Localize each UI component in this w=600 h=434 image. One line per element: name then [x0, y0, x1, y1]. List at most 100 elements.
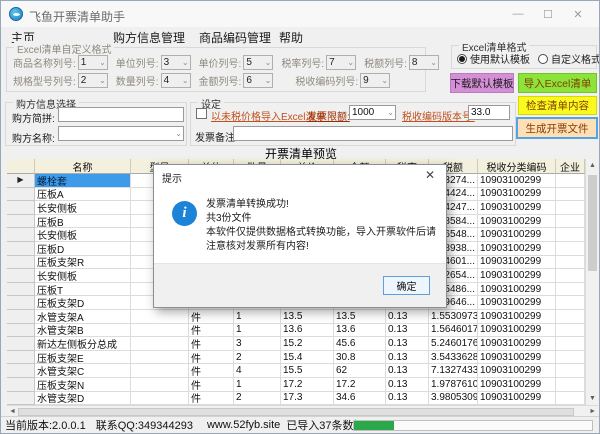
row-header-cell[interactable] [7, 242, 35, 256]
maximize-icon[interactable]: ☐ [533, 3, 563, 25]
cell-qty[interactable]: 1 [234, 324, 281, 338]
menu-item-buyer-info[interactable]: 购方信息管理 [111, 29, 187, 46]
cell-rate[interactable]: 0.13 [386, 378, 429, 392]
cell-rate[interactable]: 0.13 [386, 364, 429, 378]
menu-item-product-code[interactable]: 商品编码管理 [197, 29, 273, 46]
cell-ent[interactable] [556, 215, 585, 229]
cell-name[interactable]: 压板支架D [35, 296, 131, 310]
vertical-scrollbar-thumb[interactable] [588, 175, 597, 271]
cell-tax[interactable]: 5.2460176... [429, 337, 478, 351]
cell-code[interactable]: 10903100299 [478, 215, 556, 229]
generate-invoice-file-button[interactable]: 生成开票文件 [516, 117, 598, 139]
cell-code[interactable]: 10903100299 [478, 201, 556, 215]
row-header-cell[interactable]: ▶ [7, 174, 35, 188]
cell-code[interactable]: 10903100299 [478, 324, 556, 338]
cell-price[interactable]: 15.5 [281, 364, 334, 378]
cell-price[interactable]: 17.3 [281, 392, 334, 406]
tax-code-version-input[interactable] [468, 105, 510, 120]
cell-amount[interactable]: 45.6 [334, 337, 386, 351]
cell-tax[interactable]: 3.5433628... [429, 351, 478, 365]
cell-qty[interactable]: 3 [234, 337, 281, 351]
cell-code[interactable]: 10903100299 [478, 283, 556, 297]
row-header-cell[interactable] [7, 256, 35, 270]
cell-model[interactable] [131, 351, 189, 365]
menu-item-help[interactable]: 帮助 [277, 29, 305, 46]
cell-name[interactable]: 水管支架C [35, 364, 131, 378]
cell-tax[interactable]: 1.9787610... [429, 378, 478, 392]
cell-name[interactable]: 水管支架B [35, 324, 131, 338]
cell-name[interactable]: 长安侧板 [35, 269, 131, 283]
cell-amount[interactable]: 13.5 [334, 310, 386, 324]
cell-unit[interactable]: 件 [189, 351, 234, 365]
vertical-scrollbar[interactable]: ▲ ▼ [585, 159, 598, 405]
cell-qty[interactable]: 4 [234, 364, 281, 378]
cell-unit[interactable]: 件 [189, 324, 234, 338]
column-number-select[interactable]: 2⌄ [78, 73, 108, 88]
cell-unit[interactable]: 件 [189, 392, 234, 406]
row-header-cell[interactable] [7, 188, 35, 202]
cell-name[interactable]: 长安侧板 [35, 201, 131, 215]
row-header-cell[interactable] [7, 392, 35, 406]
table-corner-cell[interactable] [7, 159, 35, 174]
cell-rate[interactable]: 0.13 [386, 392, 429, 406]
cell-unit[interactable]: 件 [189, 364, 234, 378]
cell-ent[interactable] [556, 378, 585, 392]
cell-code[interactable]: 10903100299 [478, 351, 556, 365]
cell-name[interactable]: 压板支架R [35, 256, 131, 270]
cell-amount[interactable]: 13.6 [334, 324, 386, 338]
cell-code[interactable]: 10903100299 [478, 242, 556, 256]
download-template-button[interactable]: 下载默认模板 [450, 73, 514, 93]
cell-code[interactable]: 10903100299 [478, 188, 556, 202]
cell-tax[interactable]: 7.1327433... [429, 364, 478, 378]
scroll-right-icon[interactable]: ► [589, 408, 596, 415]
cell-tax[interactable]: 1.5646017... [429, 324, 478, 338]
cell-rate[interactable]: 0.13 [386, 324, 429, 338]
cell-name[interactable]: 水管支架A [35, 310, 131, 324]
cell-ent[interactable] [556, 324, 585, 338]
cell-model[interactable] [131, 337, 189, 351]
cell-code[interactable]: 10903100299 [478, 378, 556, 392]
cell-unit[interactable]: 件 [189, 378, 234, 392]
cell-code[interactable]: 10903100299 [478, 364, 556, 378]
cell-ent[interactable] [556, 392, 585, 406]
row-header-cell[interactable] [7, 269, 35, 283]
cell-qty[interactable]: 1 [234, 378, 281, 392]
cell-ent[interactable] [556, 188, 585, 202]
cell-amount[interactable]: 62 [334, 364, 386, 378]
scroll-left-icon[interactable]: ◄ [9, 408, 16, 415]
import-excel-button[interactable]: 导入Excel清单 [518, 73, 597, 93]
cell-name[interactable]: 长安侧板 [35, 228, 131, 242]
row-header-cell[interactable] [7, 337, 35, 351]
cell-rate[interactable]: 0.13 [386, 310, 429, 324]
untaxed-price-checkbox[interactable] [196, 108, 207, 119]
cell-price[interactable]: 13.6 [281, 324, 334, 338]
radio-option[interactable]: 自定义格式 [538, 51, 600, 66]
column-number-select[interactable]: 4⌄ [161, 73, 191, 88]
cell-amount[interactable]: 17.2 [334, 378, 386, 392]
cell-qty[interactable]: 2 [234, 392, 281, 406]
cell-code[interactable]: 10903100299 [478, 296, 556, 310]
dialog-ok-button[interactable]: 确定 [383, 276, 430, 295]
column-number-select[interactable]: 5⌄ [243, 55, 273, 70]
cell-amount[interactable]: 34.6 [334, 392, 386, 406]
invoice-limit-select[interactable]: 1000 ⌄ [349, 105, 396, 120]
column-number-select[interactable]: 8⌄ [409, 55, 439, 70]
cell-name[interactable]: 压板A [35, 188, 131, 202]
cell-model[interactable] [131, 364, 189, 378]
cell-code[interactable]: 10903100299 [478, 174, 556, 188]
cell-qty[interactable]: 1 [234, 310, 281, 324]
cell-unit[interactable]: 件 [189, 337, 234, 351]
cell-model[interactable] [131, 324, 189, 338]
buyer-pinyin-input[interactable] [58, 107, 184, 122]
cell-price[interactable]: 13.5 [281, 310, 334, 324]
cell-name[interactable]: 水管支架D [35, 392, 131, 406]
cell-tax[interactable]: 1.5530973... [429, 310, 478, 324]
cell-code[interactable]: 10903100299 [478, 310, 556, 324]
row-header-cell[interactable] [7, 228, 35, 242]
row-header-cell[interactable] [7, 378, 35, 392]
scroll-down-icon[interactable]: ▼ [589, 395, 596, 402]
column-number-select[interactable]: 9⌄ [360, 73, 390, 88]
scroll-up-icon[interactable]: ▲ [589, 162, 596, 169]
row-header-cell[interactable] [7, 215, 35, 229]
column-header[interactable]: 税收分类编码 [478, 159, 556, 174]
